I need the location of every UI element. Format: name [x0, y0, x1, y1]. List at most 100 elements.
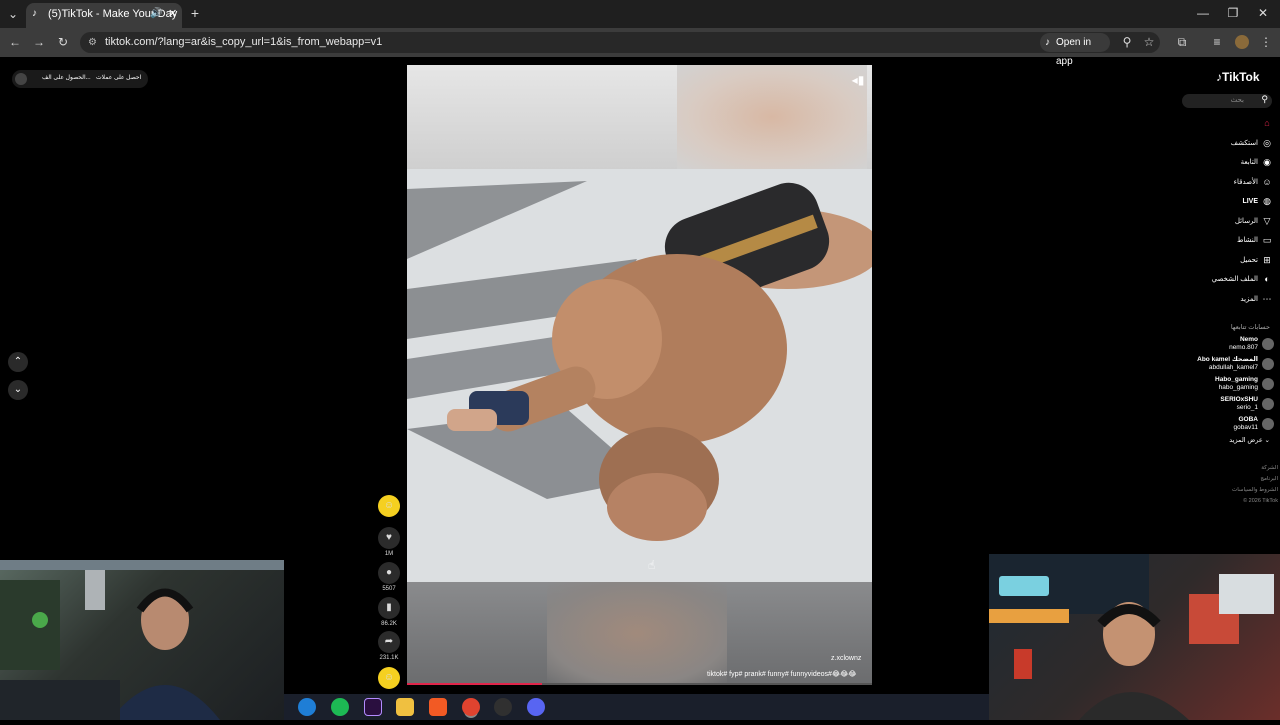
reload-icon[interactable]: ↻ — [56, 35, 70, 49]
close-window-button[interactable]: ✕ — [1256, 6, 1270, 20]
streamer-right-illustration — [989, 554, 1274, 720]
file-explorer-icon[interactable] — [396, 698, 414, 716]
see-more-link[interactable]: عرض المزيد ⌄ — [1229, 436, 1270, 444]
like-icon: ♥ — [378, 527, 400, 549]
video-progress-fill — [407, 683, 542, 685]
zoom-icon[interactable]: ⚲ — [1120, 35, 1134, 49]
following-list: Nemo nemo.807 Abo kamel المضحك abdullah_kam… — [1180, 336, 1280, 436]
search-icon[interactable]: ⚲ — [1261, 94, 1268, 105]
sidebar-item-following[interactable]: التابعة ◉ — [1180, 153, 1280, 173]
brave-icon[interactable] — [429, 698, 447, 716]
volume-icon[interactable]: ◂▮ — [851, 73, 865, 87]
action-count: 231.1K — [379, 655, 399, 661]
sidebar-item-label: النشاط — [1236, 237, 1258, 244]
footer-link[interactable]: © 2026 TikTok — [1198, 496, 1278, 507]
taskbar — [284, 694, 989, 720]
avatar[interactable] — [15, 73, 27, 85]
video-player[interactable]: ◂▮ z.xclownz tiktok# fyp# prank# funny# … — [407, 65, 872, 685]
compass-icon: ◎ — [1263, 137, 1271, 148]
following-title: حسابات تتابعها — [1230, 324, 1270, 331]
browser-tab[interactable]: ♪ (5)TikTok - Make Your Day 🔊 ✕ — [26, 3, 182, 28]
avatar — [1262, 418, 1274, 430]
top-left-controls: الحصول على الف... احصل على عملات — [12, 70, 148, 88]
new-tab-button[interactable]: + — [188, 5, 202, 21]
following-item[interactable]: SERIOxSHU serio_1 — [1180, 396, 1280, 416]
restore-button[interactable]: ❐ — [1226, 6, 1240, 20]
prev-video-button[interactable]: ⌃ — [8, 352, 28, 372]
spotify-icon[interactable] — [331, 698, 349, 716]
tab-close-icon[interactable]: ✕ — [168, 3, 177, 25]
activity-icon: ▭ — [1262, 235, 1272, 245]
share-button[interactable]: ➦ 231.1K — [378, 631, 400, 661]
sidebar-item-activity[interactable]: النشاط ▭ — [1180, 231, 1280, 251]
sidebar-item-messages[interactable]: الرسائل ▽ — [1180, 212, 1280, 232]
edge-icon[interactable] — [298, 698, 316, 716]
tiktok-icon: ♪ — [1045, 37, 1050, 48]
open-in-app-button[interactable]: ♪ Open in app — [1040, 33, 1110, 67]
sidebar-item-label: المزيد — [1240, 295, 1258, 303]
tab-audio-icon[interactable]: 🔊 — [150, 3, 162, 25]
extensions-icon[interactable]: ⧉ — [1175, 35, 1189, 50]
footer-link[interactable]: البرنامج — [1198, 474, 1278, 485]
action-count: 86.2K — [381, 621, 397, 627]
sidebar-item-label: التابعة — [1240, 159, 1258, 166]
sidebar-item-profile[interactable]: الملف الشخصي ◐ — [1180, 270, 1280, 290]
media-control-icon[interactable]: ≡ — [1210, 35, 1224, 49]
forward-icon[interactable]: → — [32, 35, 46, 49]
following-item[interactable]: Abo kamel المضحك abdullah_kamel7 — [1180, 356, 1280, 376]
footer-link[interactable]: الشروط والسياسات — [1198, 485, 1278, 496]
creator-avatar-icon: ☺ — [378, 495, 400, 517]
sidebar-item-live[interactable]: LIVE ◍ — [1180, 192, 1280, 212]
chevron-down-icon: ⌄ — [1264, 437, 1270, 444]
creator-avatar[interactable]: ☺ — [378, 495, 400, 517]
sidebar-item-upload[interactable]: تحميل ⊞ — [1180, 251, 1280, 271]
following-name: Habo_gaming — [1215, 376, 1258, 383]
discord-icon[interactable] — [527, 698, 545, 716]
like-button[interactable]: ♥ 1M — [378, 527, 400, 557]
bookmark-button[interactable]: ▮ 86.2K — [378, 597, 400, 627]
premiere-icon[interactable] — [364, 698, 382, 716]
sidebar-item-home[interactable]: ⌂ — [1180, 114, 1280, 134]
live-icon: ◍ — [1263, 196, 1271, 206]
back-icon[interactable]: ← — [8, 35, 22, 49]
get-app-button[interactable]: الحصول على الف... — [42, 74, 91, 81]
creator-name[interactable]: z.xclownz — [831, 655, 861, 662]
url-bar[interactable]: ⚙ tiktok.com/?lang=ar&is_copy_url=1&is_f… — [80, 32, 1160, 53]
sidebar-item-friends[interactable]: الأصدقاء ☺ — [1180, 173, 1280, 193]
site-info-icon[interactable]: ⚙ — [88, 32, 97, 53]
see-more-label: عرض المزيد — [1229, 437, 1263, 444]
following-name: GOBA — [1238, 416, 1259, 423]
video-frame — [407, 169, 872, 582]
obs-icon[interactable] — [494, 698, 512, 716]
get-coins-button[interactable]: احصل على عملات — [96, 74, 141, 81]
video-blur-top — [407, 65, 872, 169]
tab-search-icon[interactable]: ⌄ — [6, 7, 20, 21]
following-item[interactable]: Habo_gaming habo_gaming — [1180, 376, 1280, 396]
avatar — [1262, 378, 1274, 390]
webcam-right — [989, 554, 1280, 720]
music-disc[interactable]: ☺ — [378, 667, 400, 689]
minimize-button[interactable]: — — [1196, 6, 1210, 20]
sidebar-item-more[interactable]: المزيد ⋯ — [1180, 290, 1280, 310]
sidebar-item-compass[interactable]: استكشف ◎ — [1180, 134, 1280, 154]
profile-avatar[interactable] — [1235, 35, 1249, 49]
sidebar-item-label: LIVE — [1242, 198, 1258, 205]
sidebar-item-label: الملف الشخصي — [1211, 276, 1258, 283]
chrome-icon[interactable] — [462, 698, 480, 716]
following-item[interactable]: GOBA gobav11 — [1180, 416, 1280, 436]
following-handle: nemo.807 — [1229, 344, 1258, 351]
tiktok-logo[interactable]: ♪TikTok — [1216, 70, 1260, 84]
messages-icon: ▽ — [1263, 215, 1271, 226]
next-video-button[interactable]: ⌄ — [8, 380, 28, 400]
menu-icon[interactable]: ⋮ — [1260, 35, 1272, 49]
video-progress-bar[interactable] — [407, 683, 872, 685]
footer-link[interactable]: الشركة — [1198, 463, 1278, 474]
following-item[interactable]: Nemo nemo.807 — [1180, 336, 1280, 356]
search-input[interactable]: بحث ⚲ — [1182, 94, 1272, 108]
bookmark-star-icon[interactable]: ☆ — [1142, 35, 1156, 49]
profile-icon: ◐ — [1264, 274, 1270, 284]
comment-button[interactable]: ● 5507 — [378, 562, 400, 592]
following-name: Nemo — [1239, 336, 1258, 343]
sidebar-footer: الشركة البرنامج الشروط والسياسات © 2026 Tik… — [1198, 463, 1278, 507]
following-name: SERIOxSHU — [1220, 396, 1258, 403]
